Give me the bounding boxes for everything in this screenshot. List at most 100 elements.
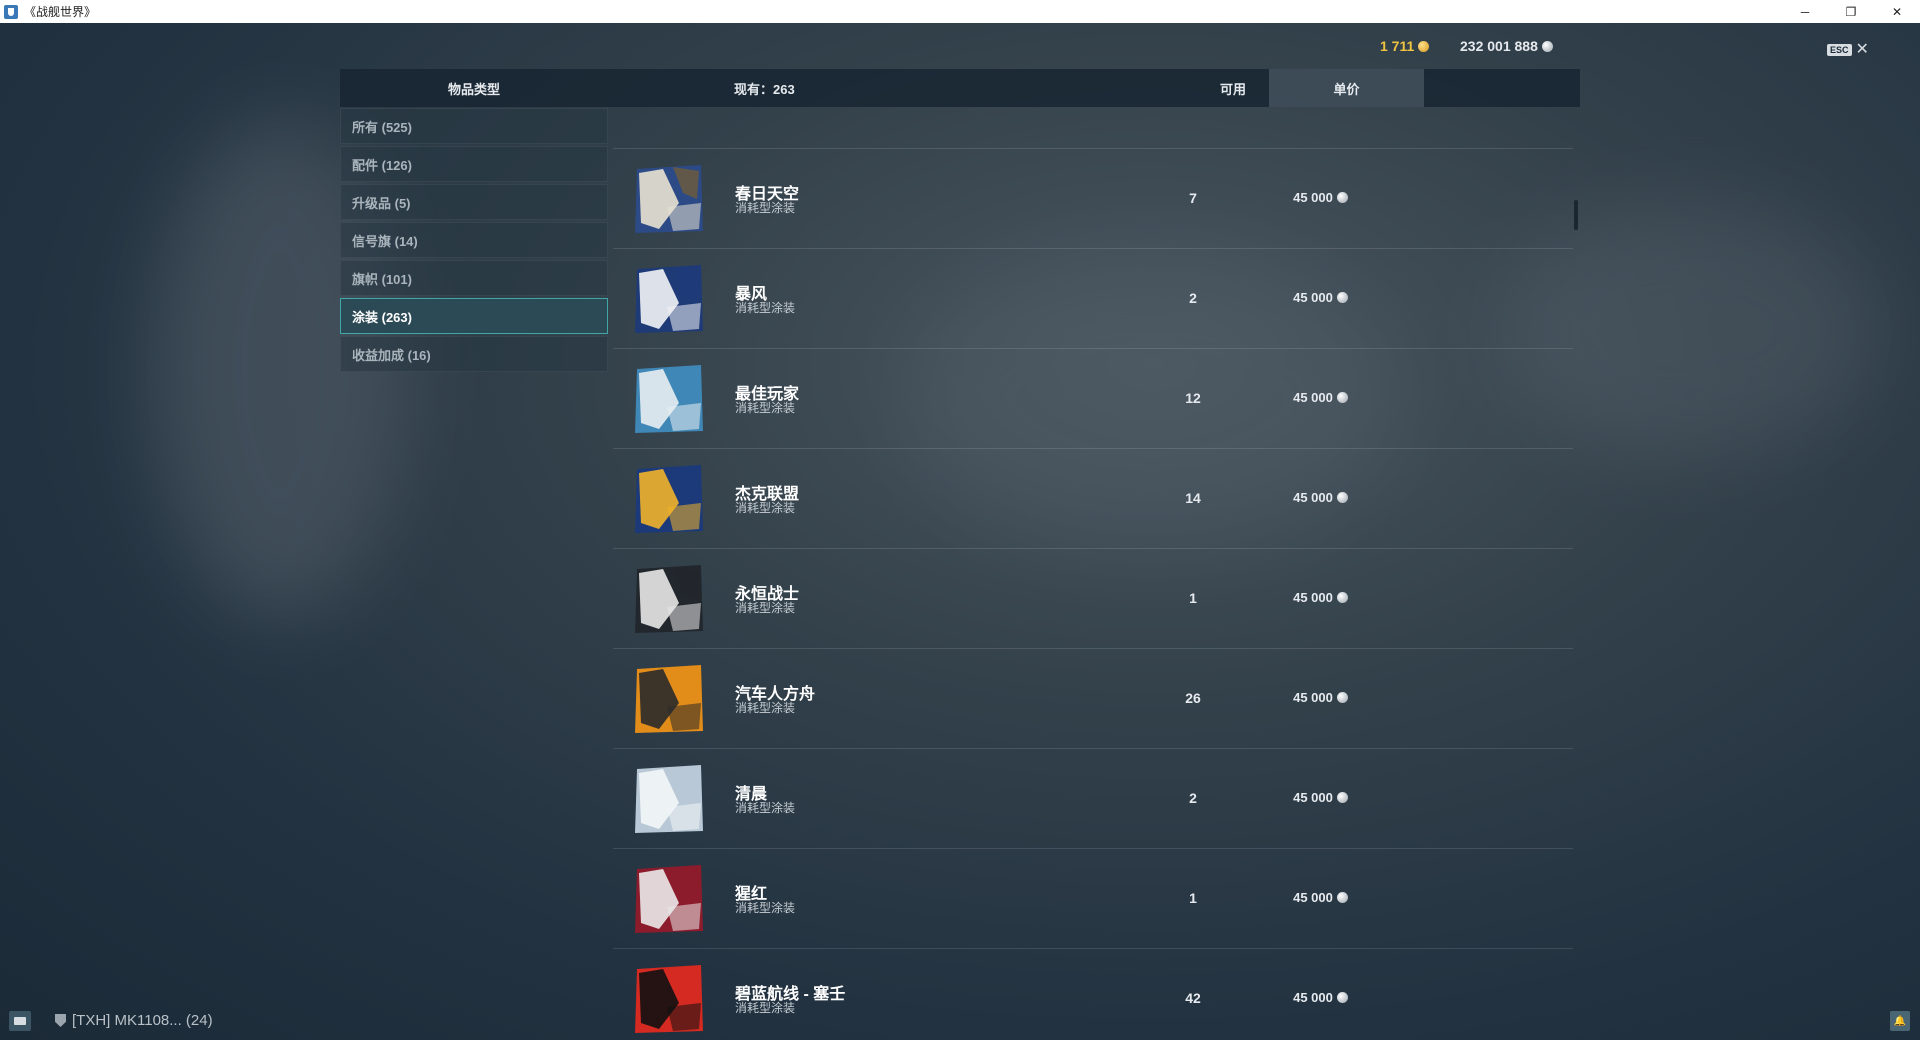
item-type: 消耗型涂装 [735,801,796,815]
list-item[interactable]: 暴风 消耗型涂装 2 45 000 [613,249,1573,349]
silver-coin-icon [1541,40,1553,52]
silver-coin-icon [1336,492,1348,503]
item-type: 消耗型涂装 [735,301,796,315]
silver-coin-icon [1336,692,1348,703]
item-price: 45 000 [1243,590,1398,605]
sidebar-item-all[interactable]: 所有 (525) [340,108,608,144]
item-type: 消耗型涂装 [735,501,796,515]
sidebar-item-economic-boosts[interactable]: 收益加成 (16) [340,336,608,372]
gold-balance: 1 711 [1380,38,1430,54]
close-window-button[interactable]: ✕ [1874,0,1920,23]
list-item[interactable]: 清晨 消耗型涂装 2 45 000 [613,749,1573,849]
list-item[interactable]: 碧蓝航线 - 塞壬 消耗型涂装 42 45 000 [613,949,1573,1040]
window-title: 《战舰世界》 [24,5,97,19]
esc-close-button[interactable]: ESC ✕ [1827,42,1869,58]
item-type: 消耗型涂装 [735,201,796,215]
list-item[interactable]: 汽车人方舟 消耗型涂装 26 45 000 [613,649,1573,749]
camouflage-thumbnail [633,863,705,935]
silver-coin-icon [1336,992,1348,1003]
item-price: 45 000 [1243,490,1398,505]
camouflage-thumbnail [633,663,705,735]
header-count: 现有：263 [734,81,795,97]
camouflage-thumbnail [633,263,705,335]
sidebar-item-label: 信号旗 (14) [352,233,418,249]
list-item[interactable]: 杰克联盟 消耗型涂装 14 45 000 [613,449,1573,549]
sidebar-item-label: 所有 (525) [352,119,412,135]
list-item-partial[interactable] [613,108,1573,149]
close-icon: ✕ [1855,41,1869,58]
item-price: 45 000 [1243,290,1398,305]
item-available-count: 42 [1185,990,1201,1006]
item-price: 45 000 [1243,390,1398,405]
clan-info[interactable]: [TXH] MK1108... (24) [55,1012,213,1029]
list-item[interactable]: 春日天空 消耗型涂装 7 45 000 [613,149,1573,249]
item-type: 消耗型涂装 [735,601,796,615]
silver-coin-icon [1336,592,1348,603]
silver-coin-icon [1336,792,1348,803]
inventory-header: 物品类型 现有：263 可用 单价 [340,69,1580,107]
camouflage-thumbnail [633,363,705,435]
header-item-type: 物品类型 [447,81,500,97]
sidebar-item-label: 旗帜 (101) [352,271,412,287]
item-price: 45 000 [1243,190,1398,205]
sidebar-item-label: 配件 (126) [352,157,412,173]
app-shield-icon [4,4,18,19]
list-item[interactable]: 最佳玩家 消耗型涂装 12 45 000 [613,349,1573,449]
item-price-value: 45 000 [1293,690,1333,705]
item-available-count: 26 [1185,690,1201,706]
camouflage-thumbnail [633,763,705,835]
bell-icon: 🔔 [1893,1015,1907,1027]
sidebar-item-label: 升级品 (5) [352,195,411,211]
sidebar-item-flags[interactable]: 旗帜 (101) [340,260,608,296]
sidebar-item-camouflage[interactable]: 涂装 (263) [340,298,608,334]
sidebar-item-label: 涂装 (263) [352,309,412,325]
item-available-count: 1 [1189,590,1197,606]
sidebar-item-modules[interactable]: 配件 (126) [340,146,608,182]
sort-available-button[interactable]: 可用 [1183,79,1283,98]
item-price: 45 000 [1243,790,1398,805]
silver-coin-icon [1336,892,1348,903]
window-titlebar: 《战舰世界》 ─ ❐ ✕ [0,0,1920,23]
item-price-value: 45 000 [1293,590,1333,605]
silver-coin-icon [1336,292,1348,303]
item-available-count: 1 [1189,890,1197,906]
clan-shield-icon [55,1014,66,1027]
item-type-sidebar: 所有 (525) 配件 (126) 升级品 (5) 信号旗 (14) 旗帜 (1… [340,108,608,374]
camouflage-thumbnail [633,463,705,535]
restore-button[interactable]: ❐ [1828,0,1874,23]
sidebar-item-signals[interactable]: 信号旗 (14) [340,222,608,258]
item-type: 消耗型涂装 [735,401,796,415]
silver-coin-icon [1336,192,1348,203]
gold-coin-icon [1418,40,1430,52]
item-price: 45 000 [1243,690,1398,705]
item-price-value: 45 000 [1293,890,1333,905]
item-price-value: 45 000 [1293,990,1333,1005]
minimize-button[interactable]: ─ [1782,0,1828,23]
item-available-count: 2 [1189,790,1197,806]
item-price-value: 45 000 [1293,490,1333,505]
list-item[interactable]: 永恒战士 消耗型涂装 1 45 000 [613,549,1573,649]
item-available-count: 7 [1189,190,1197,206]
sort-price-button[interactable]: 单价 [1269,69,1424,107]
sidebar-item-upgrades[interactable]: 升级品 (5) [340,184,608,220]
item-type: 消耗型涂装 [735,901,796,915]
item-price-value: 45 000 [1293,190,1333,205]
camouflage-thumbnail [633,163,705,235]
item-available-count: 14 [1185,490,1201,506]
item-price-value: 45 000 [1293,290,1333,305]
clan-text: [TXH] MK1108... (24) [72,1012,213,1029]
sidebar-item-label: 收益加成 (16) [352,347,431,363]
chat-button[interactable] [9,1011,31,1031]
silver-amount: 232 001 888 [1460,38,1538,54]
item-price-value: 45 000 [1293,790,1333,805]
gold-amount: 1 711 [1380,38,1415,54]
silver-balance: 232 001 888 [1460,38,1553,54]
notifications-button[interactable]: 🔔 [1890,1011,1910,1031]
list-item[interactable]: 猩红 消耗型涂装 1 45 000 [613,849,1573,949]
item-price: 45 000 [1243,890,1398,905]
item-type: 消耗型涂装 [735,701,796,715]
silver-coin-icon [1336,392,1348,403]
item-available-count: 2 [1189,290,1197,306]
item-price-value: 45 000 [1293,390,1333,405]
list-scrollbar[interactable] [1574,200,1578,230]
